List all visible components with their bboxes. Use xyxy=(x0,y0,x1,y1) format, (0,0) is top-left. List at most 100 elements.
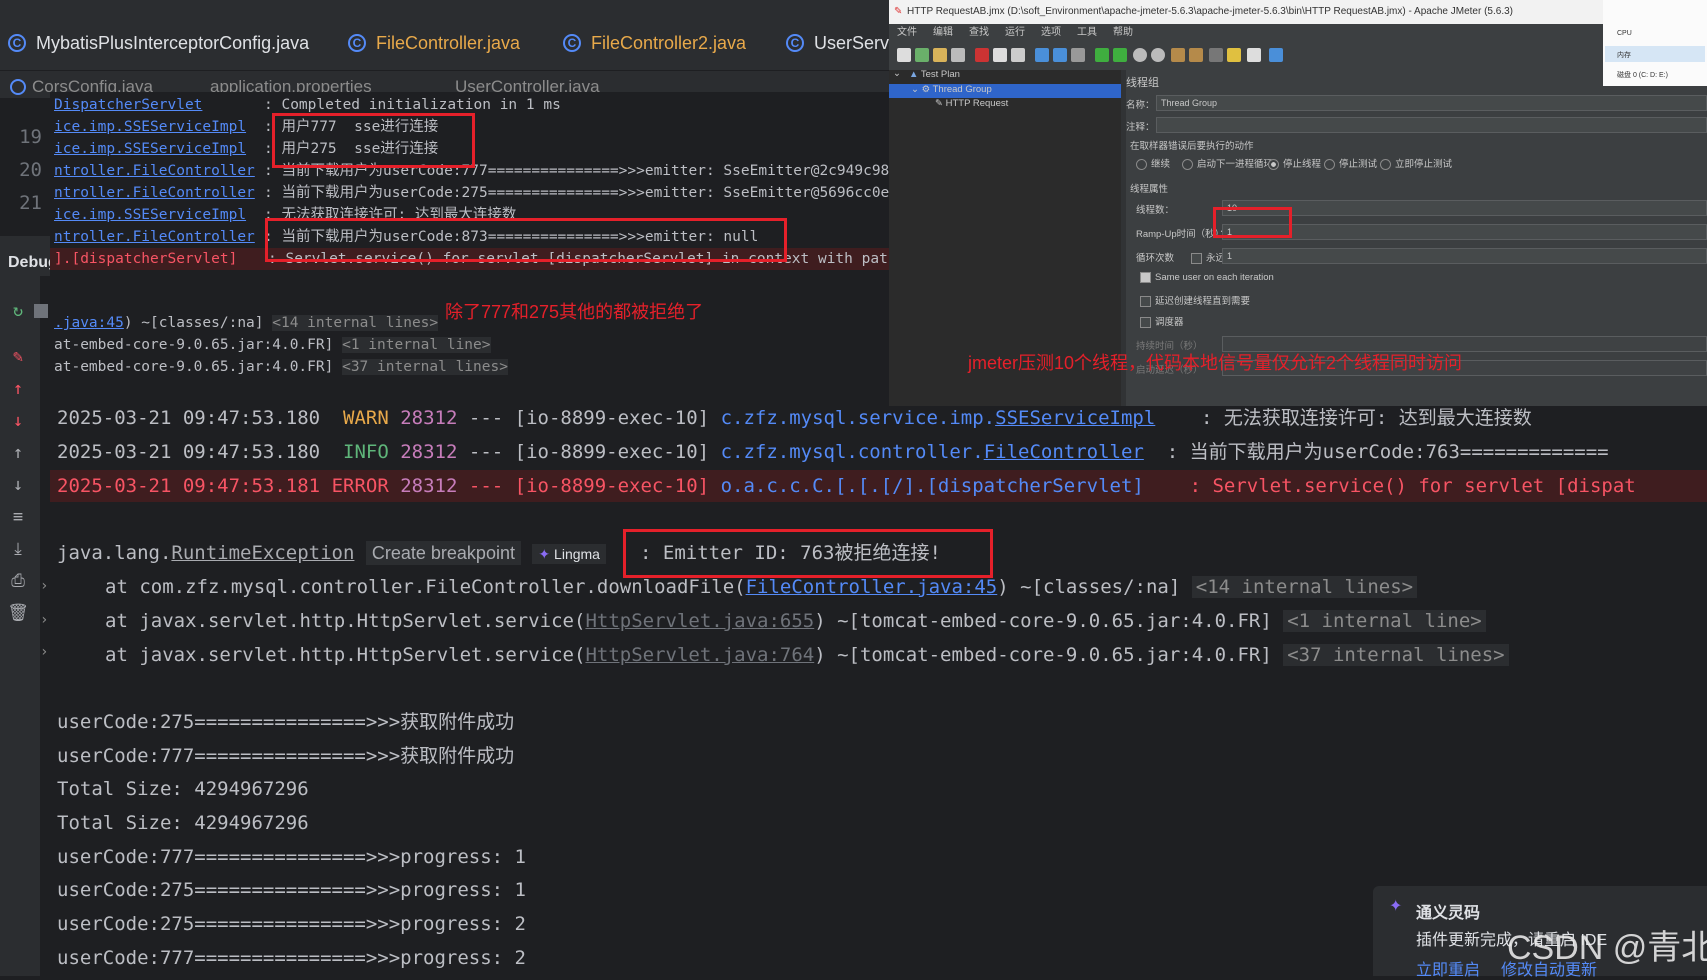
start-no-pause-icon[interactable] xyxy=(1113,48,1127,62)
stop-icon[interactable] xyxy=(1133,48,1147,62)
toggle-icon[interactable] xyxy=(1071,48,1085,62)
class-icon: C xyxy=(348,34,366,52)
tab-file-controller2[interactable]: C FileController2.java xyxy=(563,28,746,58)
cut-icon[interactable] xyxy=(975,48,989,62)
disk-label: 磁盘 0 (C: D: E:) xyxy=(1617,72,1668,79)
jmeter-window: ✎ HTTP RequestAB.jmx (D:\soft_Environment… xyxy=(889,0,1707,406)
output-line: userCode:275===============>>>progress: … xyxy=(57,879,526,901)
exception-link[interactable]: RuntimeException xyxy=(171,542,354,564)
class-icon: C xyxy=(8,34,26,52)
rampup-input[interactable]: 1 xyxy=(1222,224,1707,240)
stack-link[interactable]: FileController.java:45 xyxy=(746,576,998,598)
threads-label: 线程数： xyxy=(1136,205,1175,216)
forever-checkbox[interactable]: 永远 xyxy=(1191,250,1225,264)
threads-input[interactable]: 10 xyxy=(1222,200,1707,216)
tab-user-service[interactable]: C UserServic xyxy=(786,28,902,58)
stack-frame: at javax.servlet.http.HttpServlet.servic… xyxy=(105,641,1509,669)
log-line: ntroller.FileController: 当前下载用户为userCode… xyxy=(54,185,890,201)
stop-icon[interactable] xyxy=(34,304,48,318)
highlight-box-rejected xyxy=(265,218,787,262)
output-line: userCode:777===============>>>progress: … xyxy=(57,947,526,969)
output-line: userCode:275===============>>>progress: … xyxy=(57,913,526,935)
collapse-icon[interactable] xyxy=(1053,48,1067,62)
step-down-red-icon[interactable]: ↓ xyxy=(6,410,30,432)
menu-edit[interactable]: 编辑 xyxy=(933,27,953,38)
menu-options[interactable]: 选项 xyxy=(1041,27,1061,38)
annotation-jmeter: jmeter压测10个线程，代码本地信号量仅允许2个线程同时访问 xyxy=(968,353,1463,373)
start-icon[interactable] xyxy=(1095,48,1109,62)
scroll-to-end-icon[interactable]: ⤓ xyxy=(6,538,30,560)
rerun-icon[interactable]: ↻ xyxy=(6,300,30,322)
jmeter-toolbar xyxy=(889,42,1609,71)
expand-icon[interactable] xyxy=(1035,48,1049,62)
thread-group-node[interactable]: ⌄ ⚙ Thread Group xyxy=(911,84,992,95)
panel-title: 线程组 xyxy=(1126,77,1159,89)
clear-icon[interactable] xyxy=(1171,48,1185,62)
paste-icon[interactable] xyxy=(1011,48,1025,62)
trash-icon[interactable]: 🗑 xyxy=(6,602,30,624)
print-icon[interactable]: ⎙ xyxy=(6,570,30,592)
pen-icon: ✎ xyxy=(935,98,943,109)
arrow-down-icon[interactable]: ↓ xyxy=(6,474,30,496)
restart-now-link[interactable]: 立即重启 xyxy=(1416,956,1480,980)
notification-title: 通义灵码 xyxy=(1416,905,1481,922)
http-request-node[interactable]: ✎ HTTP Request xyxy=(935,98,1008,109)
lingma-button[interactable]: ✦ Lingma xyxy=(532,544,606,564)
radio-icon xyxy=(1182,158,1193,170)
radio-stop-thread[interactable]: 停止线程 xyxy=(1268,156,1321,170)
menu-run[interactable]: 运行 xyxy=(1005,27,1025,38)
menu-help[interactable]: 帮助 xyxy=(1113,27,1133,38)
same-user-checkbox[interactable]: Same user on each iteration xyxy=(1140,272,1274,283)
clear-all-icon[interactable] xyxy=(1189,48,1203,62)
test-plan-node[interactable]: ▲ Test Plan xyxy=(909,69,960,80)
templates-icon[interactable] xyxy=(915,48,929,62)
clear-icon[interactable]: ✎ xyxy=(6,346,30,368)
csdn-watermark: CSDN @青北念 xyxy=(1507,929,1707,967)
annotation-rejected: 除了777和275其他的都被拒绝了 xyxy=(445,302,704,322)
line-number: 19 xyxy=(19,126,42,148)
fold-arrow-icon[interactable]: › xyxy=(40,578,48,594)
menu-file[interactable]: 文件 xyxy=(897,27,917,38)
jmeter-menu-bar: 文件 编辑 查找 运行 选项 工具 帮助 xyxy=(889,24,1609,42)
tab-file-controller[interactable]: C FileController.java xyxy=(348,28,520,58)
tab-mybatisplus-config[interactable]: C MybatisPlusInterceptorConfig.java xyxy=(8,28,309,58)
stack-link[interactable]: HttpServlet.java:764 xyxy=(585,644,814,666)
output-line: userCode:777===============>>>progress: … xyxy=(57,846,526,868)
test-plan-icon: ▲ xyxy=(909,69,919,80)
name-input[interactable]: Thread Group xyxy=(1156,95,1707,111)
open-icon[interactable] xyxy=(933,48,947,62)
delay-create-checkbox[interactable]: 延迟创建线程直到需要 xyxy=(1140,293,1250,307)
reset-search-icon[interactable] xyxy=(1227,48,1241,62)
function-helper-icon[interactable] xyxy=(1247,48,1261,62)
checkbox-checked-icon xyxy=(1140,272,1151,283)
console-line-warn: 2025-03-21 09:47:53.180 WARN 28312 --- [… xyxy=(57,407,1532,429)
shutdown-icon[interactable] xyxy=(1151,48,1165,62)
highlight-box-emitter-rejected xyxy=(623,529,993,578)
comment-input[interactable] xyxy=(1156,117,1707,133)
exception-line: java.lang.RuntimeException Create breakp… xyxy=(57,539,606,568)
radio-stop-test-now[interactable]: 立即停止测试 xyxy=(1380,156,1452,170)
save-icon[interactable] xyxy=(951,48,965,62)
menu-search[interactable]: 查找 xyxy=(969,27,989,38)
radio-continue[interactable]: 继续 xyxy=(1136,156,1170,170)
loop-input[interactable]: 1 xyxy=(1222,248,1707,264)
stack-link[interactable]: HttpServlet.java:655 xyxy=(585,610,814,632)
fold-arrow-icon[interactable]: › xyxy=(40,612,48,628)
copy-icon[interactable] xyxy=(993,48,1007,62)
create-breakpoint-button[interactable]: Create breakpoint xyxy=(365,541,521,565)
step-up-red-icon[interactable]: ↑ xyxy=(6,378,30,400)
menu-tools[interactable]: 工具 xyxy=(1077,27,1097,38)
radio-stop-test[interactable]: 停止测试 xyxy=(1324,156,1377,170)
output-line: Total Size: 4294967296 xyxy=(57,778,309,800)
radio-start-next-loop[interactable]: 启动下一进程循环 xyxy=(1182,156,1273,170)
checkbox-icon xyxy=(1140,316,1151,328)
fold-arrow-icon[interactable]: › xyxy=(40,644,48,660)
scheduler-checkbox[interactable]: 调度器 xyxy=(1140,314,1184,328)
soft-wrap-icon[interactable]: ≡ xyxy=(6,506,30,528)
search-icon[interactable] xyxy=(1209,48,1223,62)
console-line-error: 2025-03-21 09:47:53.181 ERROR 28312 --- … xyxy=(57,475,1636,497)
help-icon[interactable] xyxy=(1269,48,1283,62)
arrow-up-icon[interactable]: ↑ xyxy=(6,442,30,464)
new-icon[interactable] xyxy=(897,48,911,62)
tree-expand-icon[interactable]: ⌄ xyxy=(893,68,901,79)
